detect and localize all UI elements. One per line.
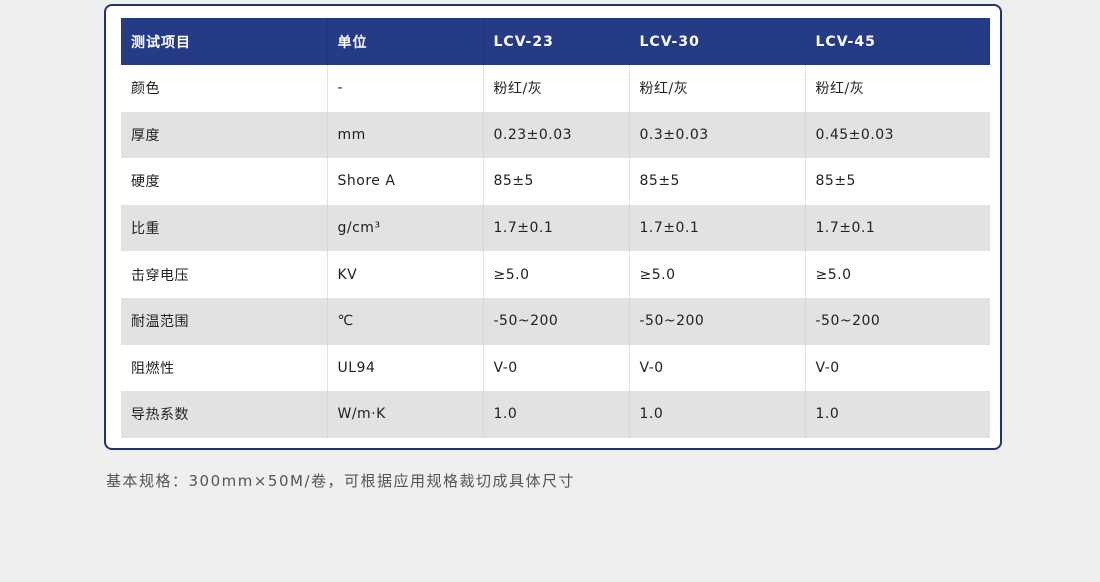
header-lcv-23: LCV-23 (483, 18, 630, 65)
table-cell: 厚度 (121, 111, 328, 159)
table-cell: 颜色 (121, 65, 328, 112)
table-cell: 1.0 (483, 391, 630, 438)
table-cell: 1.7±0.1 (805, 204, 990, 252)
table-cell: 击穿电压 (121, 251, 328, 298)
table-cell: 0.23±0.03 (483, 111, 630, 159)
table-cell: 85±5 (483, 158, 630, 205)
table-row: 耐温范围 ℃ -50~200 -50~200 -50~200 (121, 297, 990, 345)
spec-card: 测试项目 单位 LCV-23 LCV-30 LCV-45 颜色 - 粉红/灰 粉… (104, 4, 1002, 450)
table-cell: V-0 (629, 344, 806, 392)
table-cell: 比重 (121, 204, 328, 252)
table-cell: 1.0 (629, 391, 806, 438)
header-unit: 单位 (327, 18, 484, 65)
table-cell: -50~200 (629, 297, 806, 345)
table-cell: V-0 (483, 344, 630, 392)
table-cell: ≥5.0 (629, 251, 806, 298)
header-lcv-45: LCV-45 (805, 18, 990, 65)
table-row: 厚度 mm 0.23±0.03 0.3±0.03 0.45±0.03 (121, 111, 990, 159)
table-cell: ≥5.0 (483, 251, 630, 298)
table-cell: 阻燃性 (121, 344, 328, 392)
table-row: 击穿电压 KV ≥5.0 ≥5.0 ≥5.0 (121, 251, 990, 298)
table-cell: W/m·K (327, 391, 484, 438)
table-cell: g/cm³ (327, 204, 484, 252)
table-cell: KV (327, 251, 484, 298)
table-cell: UL94 (327, 344, 484, 392)
table-cell: - (327, 65, 484, 112)
table-cell: 85±5 (629, 158, 806, 205)
spec-footnote: 基本规格：300mm×50M/卷，可根据应用规格裁切成具体尺寸 (106, 472, 576, 490)
table-cell: 1.0 (805, 391, 990, 438)
table-cell: mm (327, 111, 484, 159)
table-cell: 0.3±0.03 (629, 111, 806, 159)
table-row: 比重 g/cm³ 1.7±0.1 1.7±0.1 1.7±0.1 (121, 204, 990, 252)
table-cell: 耐温范围 (121, 297, 328, 345)
table-cell: -50~200 (483, 297, 630, 345)
table-cell: 硬度 (121, 158, 328, 205)
table-cell: 粉红/灰 (629, 65, 806, 112)
spec-table: 测试项目 单位 LCV-23 LCV-30 LCV-45 颜色 - 粉红/灰 粉… (121, 18, 990, 438)
table-cell: 1.7±0.1 (629, 204, 806, 252)
table-cell: 粉红/灰 (483, 65, 630, 112)
table-cell: 导热系数 (121, 391, 328, 438)
table-cell: -50~200 (805, 297, 990, 345)
table-cell: 1.7±0.1 (483, 204, 630, 252)
table-cell: Shore A (327, 158, 484, 205)
table-cell: 85±5 (805, 158, 990, 205)
table-cell: ≥5.0 (805, 251, 990, 298)
table-header-row: 测试项目 单位 LCV-23 LCV-30 LCV-45 (121, 18, 990, 65)
table-cell: V-0 (805, 344, 990, 392)
table-cell: 0.45±0.03 (805, 111, 990, 159)
table-row: 阻燃性 UL94 V-0 V-0 V-0 (121, 344, 990, 392)
table-cell: 粉红/灰 (805, 65, 990, 112)
table-row: 颜色 - 粉红/灰 粉红/灰 粉红/灰 (121, 65, 990, 112)
table-row: 硬度 Shore A 85±5 85±5 85±5 (121, 158, 990, 205)
header-lcv-30: LCV-30 (629, 18, 806, 65)
header-test-item: 测试项目 (121, 18, 328, 65)
table-cell: ℃ (327, 297, 484, 345)
table-row: 导热系数 W/m·K 1.0 1.0 1.0 (121, 391, 990, 438)
